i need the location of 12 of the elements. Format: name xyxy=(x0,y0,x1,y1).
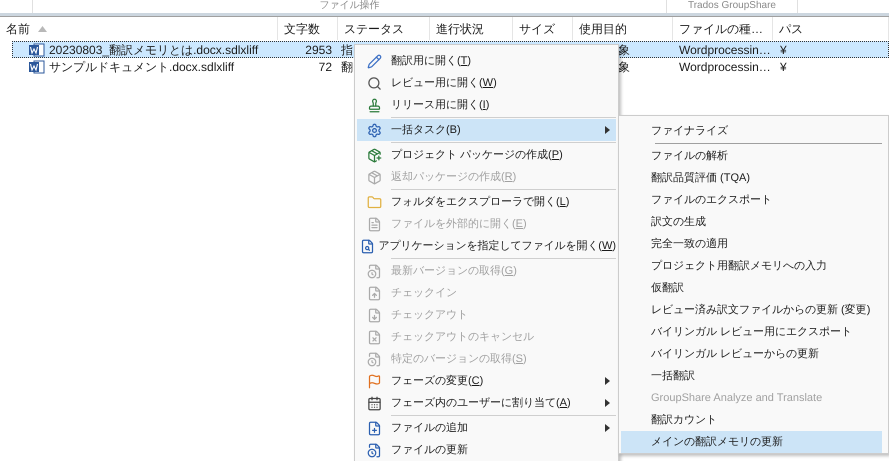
char-count: 2953 xyxy=(305,42,332,56)
path-text: ¥ xyxy=(780,42,787,56)
path-text: ¥ xyxy=(780,60,787,74)
purpose-text: 象 xyxy=(618,42,630,56)
ribbon-group-label: Trados GroupShare xyxy=(688,0,776,13)
purpose-text: 象 xyxy=(618,60,630,74)
ribbon-group-label: ファイル操作 xyxy=(320,0,380,13)
status-text: 翻 xyxy=(341,60,353,74)
file-type-text: Wordprocessin… xyxy=(679,42,771,56)
char-count: 72 xyxy=(318,60,332,74)
file-type-text: Wordprocessin… xyxy=(679,60,771,74)
status-text: 指 xyxy=(341,42,353,56)
